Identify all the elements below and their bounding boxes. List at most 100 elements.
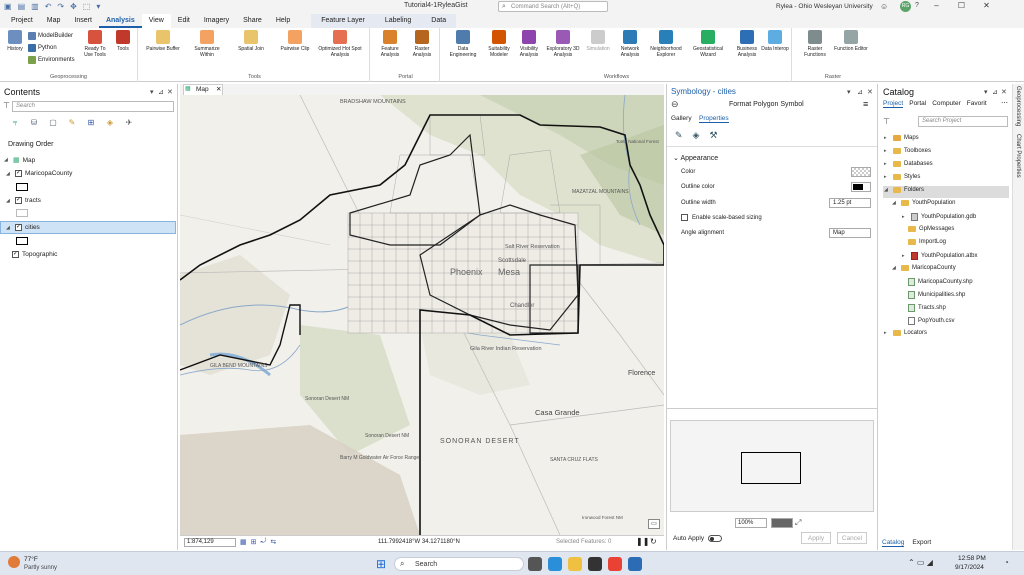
data-source-icon[interactable]: ⛁	[29, 118, 39, 128]
tab-labeling[interactable]: Labeling	[374, 14, 422, 28]
perspective-icon[interactable]: ✈	[124, 118, 134, 128]
pin-icon[interactable]: ⊿	[158, 88, 164, 96]
filter-icon[interactable]: ⊤	[883, 117, 890, 126]
close-icon[interactable]: ✕	[867, 88, 873, 96]
notifications-icon[interactable]: ☺	[880, 2, 888, 11]
weather-icon[interactable]	[8, 556, 20, 568]
taskbar-search[interactable]: Search	[394, 557, 524, 571]
catalog-item-shapefile[interactable]: Municipalities.shp	[908, 291, 965, 299]
pairwise-clip-button[interactable]: Pairwise Clip	[278, 30, 312, 52]
notifications-icon[interactable]: ◔	[1004, 558, 1009, 567]
tab-catalog[interactable]: Catalog	[882, 539, 905, 547]
weather-temp[interactable]: 77°F	[24, 556, 38, 563]
maricopa-symbol-swatch[interactable]	[16, 183, 28, 191]
tab-computer[interactable]: Computer	[932, 100, 961, 108]
exploratory-3d-button[interactable]: Exploratory 3D Analysis	[544, 30, 582, 58]
spatial-join-button[interactable]: Spatial Join	[234, 30, 268, 52]
catalog-item-maps[interactable]: ▸ Maps	[884, 135, 919, 141]
weather-desc[interactable]: Partly sunny	[24, 565, 57, 571]
catalog-item-shapefile[interactable]: MaricopaCounty.shp	[908, 278, 973, 286]
undo-icon[interactable]: ↶	[45, 2, 52, 11]
layer-maricopacounty[interactable]: ◢ ✓ MaricopaCounty	[6, 170, 72, 177]
avatar[interactable]: RG	[900, 1, 911, 12]
labeling-icon[interactable]: ◈	[105, 118, 115, 128]
catalog-item-youthpopulation[interactable]: ◢ YouthPopulation	[892, 200, 956, 206]
tab-data[interactable]: Data	[421, 14, 457, 28]
outline-color-picker[interactable]	[851, 182, 871, 192]
tab-project[interactable]: Project	[4, 14, 40, 28]
tab-export[interactable]: Export	[912, 539, 931, 547]
chart-properties-side-tab[interactable]: Chart Properties	[1015, 134, 1021, 178]
layers-icon[interactable]: ◈	[693, 130, 700, 141]
drawing-order-icon[interactable]: ⫧	[10, 118, 20, 128]
raster-functions-button[interactable]: Raster Functions	[798, 30, 832, 58]
zoom-select[interactable]: 100%	[735, 518, 767, 528]
pause-icon[interactable]: ❚❚	[636, 537, 649, 546]
tab-share[interactable]: Share	[236, 14, 269, 28]
scale-selector[interactable]: 1:874,129	[184, 538, 236, 547]
catalog-item-locators[interactable]: ▸ Locators	[884, 330, 927, 336]
grid-icon[interactable]: ▦	[240, 538, 247, 546]
angle-alignment-select[interactable]: Map	[829, 228, 871, 238]
suitability-modeler-button[interactable]: Suitability Modeler	[482, 30, 516, 58]
close-icon[interactable]: ✕	[1001, 88, 1007, 96]
menu-icon[interactable]: ≡	[863, 99, 868, 109]
pane-menu-icon[interactable]: ▾	[150, 88, 154, 96]
map-canvas[interactable]: BRADSHAW MOUNTAINS Phoenix Mesa Scottsda…	[180, 95, 664, 535]
tab-gallery[interactable]: Gallery	[671, 115, 692, 122]
neighborhood-explorer-button[interactable]: Neighborhood Explorer	[646, 30, 686, 58]
tab-map[interactable]: Map	[40, 14, 68, 28]
function-editor-button[interactable]: Function Editor	[834, 30, 868, 52]
pairwise-buffer-button[interactable]: Pairwise Buffer	[146, 30, 180, 52]
catalog-item-styles[interactable]: ▸ Styles	[884, 174, 920, 180]
pane-menu-icon[interactable]: ▾	[984, 88, 988, 96]
catalog-item-folders[interactable]: ◢ Folders	[884, 187, 924, 193]
arcgis-pro-icon[interactable]	[628, 557, 642, 571]
cities-symbol-swatch[interactable]	[16, 237, 28, 245]
start-icon[interactable]: ⊞	[376, 557, 386, 571]
catalog-item-importlog[interactable]: ImportLog	[908, 239, 946, 245]
history-button[interactable]: History	[0, 30, 30, 52]
save-icon[interactable]: ▥	[31, 2, 39, 11]
chrome-icon[interactable]	[608, 557, 622, 571]
layer-checkbox[interactable]: ✓	[15, 224, 22, 231]
catalog-item-toolboxes[interactable]: ▸ Toolboxes	[884, 148, 931, 154]
catalog-item-gpmessages[interactable]: GpMessages	[908, 226, 954, 232]
rotate-icon[interactable]: ⤾	[261, 538, 267, 546]
pin-icon[interactable]: ⊿	[857, 88, 863, 96]
redo-icon[interactable]: ↷	[57, 2, 64, 11]
modelbuilder-button[interactable]: ModelBuilder	[28, 32, 73, 40]
catalog-item-csv[interactable]: PopYouth.csv	[908, 317, 954, 325]
edge-icon[interactable]	[548, 557, 562, 571]
simulation-button[interactable]: Simulation	[582, 30, 614, 52]
layer-topographic[interactable]: ✓ Topographic	[12, 251, 57, 258]
layer-checkbox[interactable]: ✓	[12, 251, 19, 258]
clock-time[interactable]: 12:58 PM	[958, 555, 986, 562]
customize-icon[interactable]: ▾	[96, 2, 100, 11]
color-picker[interactable]	[851, 167, 871, 177]
appearance-section[interactable]: ⌄ Appearance	[673, 154, 718, 162]
file-explorer-icon[interactable]	[568, 557, 582, 571]
pane-menu-icon[interactable]: ▾	[847, 88, 851, 96]
command-search-input[interactable]: Command Search (Alt+Q)	[498, 1, 608, 12]
open-icon[interactable]: ▤	[18, 2, 26, 11]
layer-cities[interactable]: ◢ ✓ cities	[6, 224, 40, 231]
outline-width-input[interactable]: 1.25 pt	[829, 198, 871, 208]
catalog-item-shapefile[interactable]: Tracts.shp	[908, 304, 946, 312]
apply-button[interactable]: Apply	[801, 532, 831, 544]
map-view[interactable]: BRADSHAW MOUNTAINS Phoenix Mesa Scottsda…	[180, 95, 664, 535]
wrench-icon[interactable]: ⚒	[709, 130, 717, 141]
editing-icon[interactable]: ✎	[67, 118, 77, 128]
brush-icon[interactable]: ✎	[675, 130, 683, 141]
pin-icon[interactable]: ⊿	[992, 88, 998, 96]
tab-imagery[interactable]: Imagery	[197, 14, 236, 28]
scale-sizing-checkbox[interactable]	[681, 214, 688, 221]
python-button[interactable]: Python	[28, 44, 57, 52]
environments-button[interactable]: Environments	[28, 56, 75, 64]
scale-sizing-row[interactable]: Enable scale-based sizing	[681, 214, 762, 221]
tab-help[interactable]: Help	[269, 14, 297, 28]
splitter[interactable]	[667, 408, 877, 409]
tab-favorites[interactable]: Favorit	[967, 100, 987, 108]
raster-analysis-button[interactable]: Raster Analysis	[406, 30, 438, 58]
catalog-search-input[interactable]: Search Project	[918, 116, 1008, 127]
